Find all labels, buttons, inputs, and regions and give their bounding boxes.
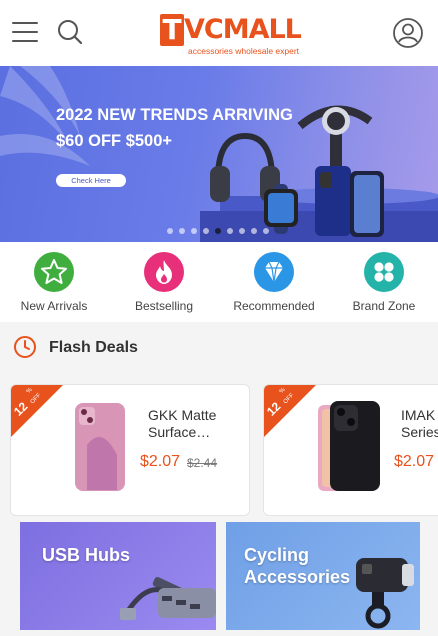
product-name-line1: IMAK [401,407,436,423]
grid-icon [374,262,394,282]
deal-card[interactable]: % 12 OFF GKK Matte Surface… $2.07 $2.44 [10,384,250,516]
banner-dot[interactable] [263,228,269,234]
product-name-line2: Series [401,424,438,440]
category-new-arrivals[interactable]: New Arrivals [0,252,110,318]
menu-icon-bar [12,40,38,42]
product-price: $2.07 [394,453,435,470]
product-image [75,403,125,491]
search-icon[interactable] [56,18,84,46]
banner-dot[interactable] [203,228,209,234]
menu-icon[interactable] [12,20,38,44]
menu-icon-bar [12,31,38,33]
category-brand-zone[interactable]: Brand Zone [330,252,438,318]
category-row: New Arrivals Bestselling Recommended Bra… [0,242,438,322]
cat-icon-bg [254,252,294,292]
banner-dot[interactable] [167,228,173,234]
user-account-icon[interactable] [392,17,424,49]
promo-banner[interactable]: 2022 NEW TRENDS ARRIVING $60 OFF $500+ C… [0,66,438,242]
category-label: Recommended [233,299,315,313]
top-header: T VCMALL accessories wholesale expert [0,0,438,66]
banner-dot[interactable] [251,228,257,234]
logo-mark: T [160,14,184,46]
category-label: New Arrivals [20,299,88,313]
promo-usb-hubs[interactable]: USB Hubs [20,522,216,630]
banner-offer: $60 OFF $500+ [56,132,173,150]
category-label: Bestselling [134,299,194,313]
diamond-icon [265,261,283,283]
banner-dot[interactable] [179,228,185,234]
logo-tagline: accessories wholesale expert [188,46,300,56]
category-recommended[interactable]: Recommended [220,252,330,318]
banner-dot[interactable] [191,228,197,234]
flash-deals-title: Flash Deals [49,339,138,356]
brand-logo[interactable]: T VCMALL accessories wholesale expert [160,12,306,58]
clock-icon [14,336,36,358]
promo-label-line1: Cycling [244,545,310,565]
category-label: Brand Zone [352,299,416,313]
category-bestselling[interactable]: Bestselling [110,252,220,318]
logo-text: VCMALL [184,14,302,45]
banner-dot[interactable] [239,228,245,234]
flame-icon [156,260,172,284]
product-image [318,401,380,491]
cat-icon-bg [144,252,184,292]
check-here-button[interactable]: Check Here [56,174,126,187]
promo-label-line1: USB Hubs [42,545,131,565]
cat-icon-bg [34,252,74,292]
product-name-line1: GKK Matte [148,407,217,423]
banner-dot[interactable] [227,228,233,234]
star-icon [41,259,67,284]
product-price: $2.07 [140,453,181,470]
cat-icon-bg [364,252,404,292]
product-name-line2: Surface… [148,424,211,440]
menu-icon-bar [12,22,38,24]
bike-light-image [356,558,414,629]
product-old-price: $2.44 [187,456,218,470]
promo-label-line2: Accessories [244,567,351,587]
flash-deals-header[interactable]: Flash Deals [0,322,438,374]
banner-dot[interactable] [215,228,221,234]
usb-hub-image [120,576,216,620]
promo-cycling-accessories[interactable]: Cycling Accessories [226,522,420,630]
banner-products-image [200,105,438,242]
deal-card[interactable]: % 12 OFF IMAK Series $2.07 [263,384,438,516]
